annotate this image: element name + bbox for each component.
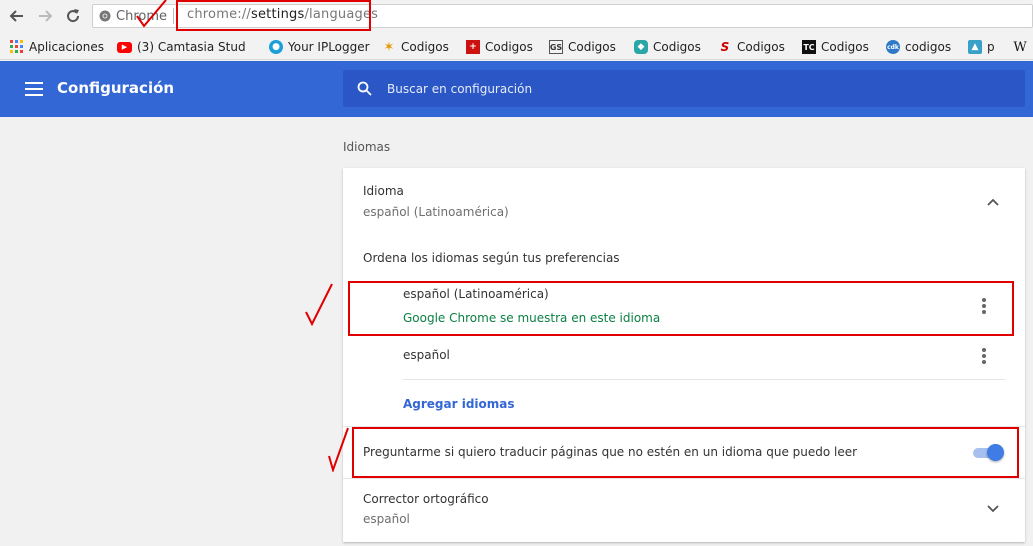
bookmark-codigos-1[interactable]: ✶ Codigos bbox=[382, 38, 449, 56]
bookmark-label: Your IPLogger bbox=[288, 40, 370, 54]
section-title: Idiomas bbox=[343, 140, 391, 154]
bookmark-iplogger[interactable]: ● Your IPLogger bbox=[269, 38, 370, 56]
language-row[interactable]: Idioma español (Latinoamérica) bbox=[343, 168, 1025, 228]
settings-search[interactable] bbox=[343, 70, 1025, 107]
back-arrow-icon bbox=[9, 10, 23, 22]
checkmark-annotation-icon bbox=[328, 427, 349, 472]
bookmark-label: Codigos bbox=[737, 40, 785, 54]
forward-button[interactable] bbox=[34, 5, 56, 27]
chevron-up-icon[interactable] bbox=[985, 197, 1001, 207]
bookmark-label: Codigos bbox=[821, 40, 869, 54]
reload-icon bbox=[67, 9, 80, 23]
checkmark-annotation-icon bbox=[305, 283, 333, 326]
forward-arrow-icon bbox=[39, 10, 53, 22]
divider bbox=[343, 478, 1025, 479]
bookmark-codigos-7[interactable]: cdk codigos bbox=[886, 38, 951, 56]
wikipedia-icon: W bbox=[1013, 39, 1027, 55]
cdk-logo-icon: cdk bbox=[886, 40, 900, 54]
search-input[interactable] bbox=[387, 70, 1007, 107]
language-annotation-box bbox=[348, 281, 1014, 336]
bookmark-codigos-3[interactable]: GS Codigos bbox=[549, 38, 616, 56]
language-name: español bbox=[403, 348, 450, 362]
add-languages-link[interactable]: Agregar idiomas bbox=[403, 397, 515, 411]
bookmark-codigos-2[interactable]: + Codigos bbox=[466, 38, 533, 56]
eye-logo-icon: ● bbox=[269, 40, 283, 54]
address-separator bbox=[173, 8, 174, 24]
s-logo-icon: S bbox=[720, 40, 730, 54]
back-button[interactable] bbox=[6, 5, 28, 27]
bookmark-wikipedia[interactable]: W bbox=[1013, 38, 1027, 56]
reload-button[interactable] bbox=[62, 5, 84, 27]
bookmark-label: (3) Camtasia Studio ! bbox=[137, 40, 245, 54]
languages-card: Idioma español (Latinoamérica) Ordena lo… bbox=[343, 168, 1025, 542]
language-label: Idioma bbox=[363, 184, 404, 198]
order-label: Ordena los idiomas según tus preferencia… bbox=[363, 251, 620, 265]
spellcheck-label: Corrector ortográfico bbox=[363, 492, 489, 506]
picture-icon: ▲ bbox=[968, 40, 982, 54]
bookmark-label: Codigos bbox=[401, 40, 449, 54]
bookmark-codigos-4[interactable]: ◆ Codigos bbox=[634, 38, 701, 56]
language-value: español (Latinoamérica) bbox=[363, 205, 509, 219]
divider bbox=[403, 379, 1005, 380]
bookmark-label: codigos bbox=[905, 40, 952, 54]
translate-annotation-box bbox=[352, 427, 1019, 478]
tc-logo-icon: TC bbox=[802, 40, 816, 54]
settings-header: Configuración bbox=[0, 61, 1033, 117]
checkmark-annotation-icon bbox=[136, 0, 167, 28]
bookmark-apps[interactable]: Aplicaciones bbox=[10, 38, 104, 56]
page-title: Configuración bbox=[57, 79, 175, 97]
bookmark-label: Codigos bbox=[568, 40, 616, 54]
browser-toolbar: Chrome chrome://settings/languages bbox=[0, 0, 1033, 34]
star-logo-icon: ✶ bbox=[383, 39, 395, 55]
bookmark-camtasia[interactable]: ▶ (3) Camtasia Studio ! bbox=[117, 38, 245, 56]
more-options-icon[interactable] bbox=[982, 348, 986, 364]
bookmark-p[interactable]: ▲ p bbox=[968, 38, 995, 56]
search-icon bbox=[357, 81, 372, 96]
bookmark-label: p bbox=[987, 40, 995, 54]
bookmark-label: Codigos bbox=[485, 40, 533, 54]
bookmark-label: Codigos bbox=[653, 40, 701, 54]
chevron-down-icon[interactable] bbox=[985, 504, 1001, 514]
url-annotation-box bbox=[176, 0, 371, 31]
bookmark-codigos-5[interactable]: S Codigos bbox=[718, 38, 785, 56]
bookmark-label: Aplicaciones bbox=[29, 40, 104, 54]
gs-logo-icon: GS bbox=[549, 40, 563, 54]
teal-hex-icon: ◆ bbox=[634, 40, 648, 54]
red-square-icon: + bbox=[466, 40, 480, 54]
youtube-icon: ▶ bbox=[117, 41, 132, 53]
chrome-logo-icon bbox=[99, 10, 111, 22]
apps-grid-icon bbox=[10, 40, 23, 53]
spellcheck-value: español bbox=[363, 512, 410, 526]
menu-icon[interactable] bbox=[25, 82, 43, 96]
bookmarks-bar: Aplicaciones ▶ (3) Camtasia Studio ! ● Y… bbox=[0, 34, 1033, 60]
bookmark-codigos-6[interactable]: TC Codigos bbox=[802, 38, 869, 56]
